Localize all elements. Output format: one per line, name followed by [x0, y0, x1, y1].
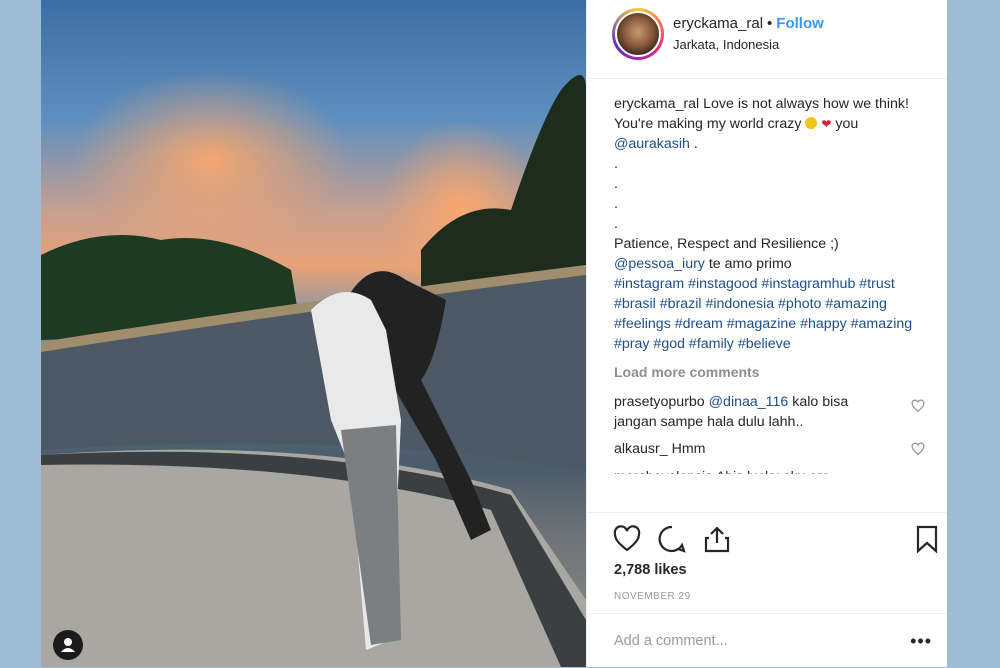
load-more-comments-button[interactable]: Load more comments [614, 362, 930, 382]
post-frame: eryckama_ral • Follow Jarkata, Indonesia e… [41, 0, 947, 667]
post-photo[interactable] [41, 0, 586, 667]
comment-mention[interactable]: @dinaa_116 [709, 394, 789, 410]
header-line: eryckama_ral • Follow [673, 15, 824, 32]
more-options-icon[interactable]: ••• [910, 631, 932, 652]
add-comment-input[interactable]: Add a comment... [614, 633, 728, 649]
share-icon[interactable] [702, 524, 732, 554]
caption-line2: You're making my world crazy ❤ you [614, 114, 930, 134]
comment-icon[interactable] [657, 524, 687, 554]
comment-item: prasetyopurbo @dinaa_116 kalo bisa janga… [614, 392, 930, 432]
caption-text-4: te amo primo [708, 256, 792, 272]
post-username[interactable]: eryckama_ral [673, 15, 763, 32]
caption-text: Love is not always how we think! [703, 96, 909, 112]
likes-count[interactable]: 2,788 likes [614, 562, 687, 578]
mention-suffix: . [693, 136, 698, 152]
bookmark-icon[interactable] [912, 524, 942, 554]
caption-dot: . [614, 216, 618, 232]
comments-list[interactable]: eryckama_ral Love is not always how we t… [614, 94, 930, 512]
tongue-emoji-icon [805, 117, 818, 129]
caption-line4: @pessoa_iury te amo primo [614, 254, 930, 274]
comment-username[interactable]: alkausr_ [614, 441, 668, 457]
red-heart-icon: ❤ [821, 117, 832, 131]
post-date[interactable]: NOVEMBER 29 [614, 591, 691, 602]
comment-item: alkausr_ Hmm [614, 439, 930, 459]
post-location[interactable]: Jarkata, Indonesia [673, 37, 779, 52]
post-header: eryckama_ral • Follow Jarkata, Indonesia [587, 0, 947, 79]
separator-dot: • [767, 15, 773, 32]
caption-text-2: You're making my world crazy [614, 116, 802, 132]
partial-comment: morebeyalensia Abis lucky aku om [614, 466, 930, 474]
caption-dot: . [614, 176, 618, 192]
comment-text: Hmm [671, 441, 706, 457]
caption-dot: . [614, 156, 618, 172]
user-tag-icon[interactable] [53, 630, 83, 660]
caption-mention-line: @aurakasih . [614, 134, 930, 154]
plaza-floor [41, 449, 586, 667]
post-panel: eryckama_ral • Follow Jarkata, Indonesia e… [586, 0, 947, 667]
avatar-photo [615, 11, 661, 57]
heart-icon[interactable] [612, 524, 642, 554]
caption-line1: eryckama_ral Love is not always how we t… [614, 94, 930, 114]
comment-like-icon[interactable] [911, 442, 925, 456]
add-comment-bar: Add a comment... ••• [587, 613, 947, 668]
follow-button[interactable]: Follow [776, 15, 824, 32]
mention-link[interactable]: @aurakasih [614, 136, 690, 152]
avatar[interactable] [612, 8, 664, 60]
caption-dot: . [614, 196, 618, 212]
caption-username[interactable]: eryckama_ral [614, 96, 699, 112]
photo-scene [41, 70, 586, 667]
mention-link-2[interactable]: @pessoa_iury [614, 256, 705, 272]
hashtags[interactable]: #instagram #instagood #instagramhub #tru… [614, 274, 930, 354]
caption-line3: Patience, Respect and Resilience ;) [614, 236, 839, 252]
comment-username[interactable]: prasetyopurbo [614, 394, 705, 410]
comment-like-icon[interactable] [911, 399, 925, 413]
sunset-glow [71, 70, 351, 250]
caption-text-3: you [835, 116, 859, 132]
